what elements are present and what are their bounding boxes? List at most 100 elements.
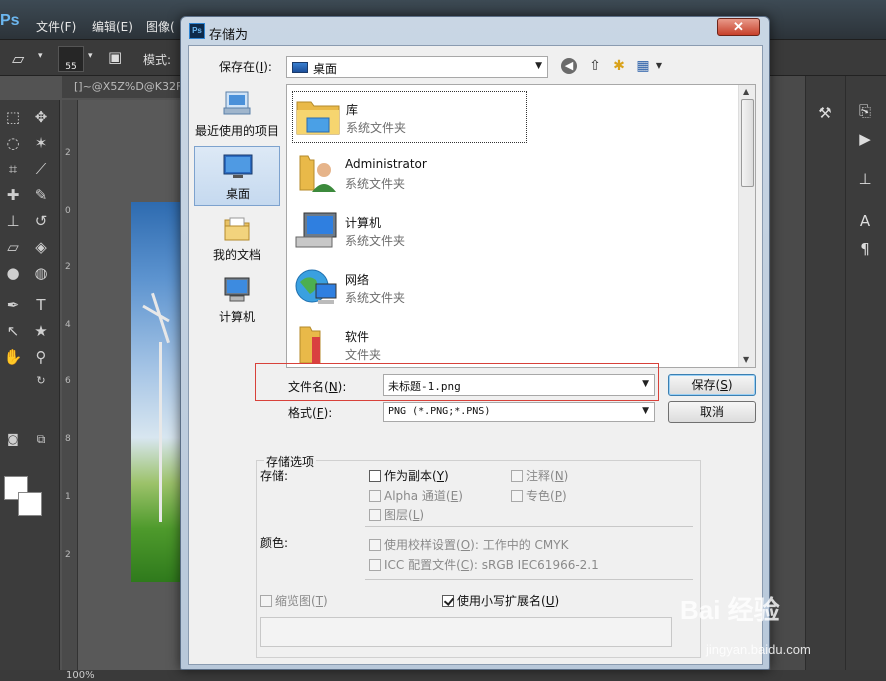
checkbox-box[interactable]	[369, 559, 381, 571]
thumbnail-checkbox[interactable]: 缩览图(T)	[260, 592, 328, 609]
history-brush-icon[interactable]: ↺	[30, 210, 52, 232]
file-type: 系统文件夹	[345, 291, 406, 305]
file-type: 系统文件夹	[345, 234, 406, 248]
healing-brush-icon[interactable]: ✚	[2, 184, 24, 206]
wind-turbine-photo	[131, 202, 183, 582]
scroll-up-icon[interactable]: ▲	[743, 87, 749, 96]
list-item[interactable]: 库 系统文件夹	[292, 91, 527, 143]
brush-size-preview[interactable]: 55	[58, 46, 84, 72]
scrollbar-thumb[interactable]	[741, 99, 754, 187]
up-folder-icon[interactable]: ⇧	[585, 56, 605, 76]
pen-tool-icon[interactable]: ✒	[2, 294, 24, 316]
lasso-tool-icon[interactable]: ◌	[2, 132, 24, 154]
filename-input[interactable]: 未标题-1.png ▼	[383, 374, 655, 396]
document-tab[interactable]: []~@X5Z%D@K32F	[62, 76, 182, 98]
tool-presets-icon[interactable]: ⚒	[812, 100, 838, 126]
network-icon	[295, 269, 337, 304]
layers-checkbox[interactable]: 图层(L)	[369, 506, 424, 523]
chevron-down-icon[interactable]: ▼	[642, 379, 649, 389]
photoshop-logo: Ps	[0, 12, 20, 29]
list-item[interactable]: 网络 系统文件夹	[292, 262, 527, 314]
file-name: 计算机	[345, 216, 382, 230]
eraser-tool-icon[interactable]: ▱	[12, 49, 24, 68]
list-item[interactable]: 软件 文件夹	[292, 319, 527, 367]
history-panel-icon[interactable]: ⎘	[852, 98, 878, 124]
brush-panel-icon[interactable]: ▣	[108, 48, 122, 66]
list-item[interactable]: Administrator 系统文件夹	[292, 148, 527, 200]
dialog-title: 存储为	[209, 28, 249, 43]
checkbox-box[interactable]	[260, 595, 272, 607]
file-name: 软件	[345, 330, 370, 344]
place-my-documents[interactable]: 我的文档	[194, 208, 280, 268]
divider	[365, 526, 693, 527]
magic-wand-icon[interactable]: ✶	[30, 132, 52, 154]
use-proof-setup-checkbox[interactable]: 使用校样设置(O): 工作中的 CMYK	[369, 536, 568, 553]
annotations-checkbox[interactable]: 注释(N)	[511, 467, 568, 484]
icc-profile-checkbox[interactable]: ICC 配置文件(C): sRGB IEC61966-2.1	[369, 556, 599, 573]
type-tool-icon[interactable]: T	[30, 294, 52, 316]
turbine-tower	[159, 342, 162, 522]
toolbox: ⬚ ✥ ◌ ✶ ⌗ ⟋ ✚ ✎ ⊥ ↺ ▱ ◈ ● ◍ ✒ T ↖ ★ ✋ ⚲ …	[0, 100, 60, 681]
hand-tool-icon[interactable]: ✋	[2, 346, 24, 368]
brush-dropdown-icon[interactable]: ▾	[88, 51, 93, 61]
menu-file[interactable]: 文件(F)	[36, 18, 76, 35]
chevron-down-icon[interactable]: ▾	[38, 51, 43, 61]
checkbox-box[interactable]	[511, 490, 523, 502]
clone-source-icon[interactable]: ⊥	[852, 166, 878, 192]
paint-bucket-icon[interactable]: ◈	[30, 236, 52, 258]
menu-edit[interactable]: 编辑(E)	[92, 18, 133, 35]
format-select[interactable]: PNG (*.PNG;*.PNS) ▼	[383, 402, 655, 422]
place-desktop[interactable]: 桌面	[194, 146, 280, 206]
view-menu-chevron-icon[interactable]: ▼	[649, 56, 669, 76]
checkbox-box[interactable]	[369, 509, 381, 521]
swap-colors-icon[interactable]: ↻	[30, 370, 52, 392]
checkbox-box[interactable]	[442, 595, 454, 607]
marquee-tool-icon[interactable]: ⬚	[2, 106, 24, 128]
file-list-scrollbar[interactable]: ▲ ▼	[738, 85, 755, 367]
brush-tool-icon[interactable]: ✎	[30, 184, 52, 206]
checkbox-box[interactable]	[369, 470, 381, 482]
place-computer[interactable]: 计算机	[194, 270, 280, 330]
close-button[interactable]: ✕	[717, 18, 760, 36]
path-select-icon[interactable]: ↖	[2, 320, 24, 342]
scroll-down-icon[interactable]: ▼	[743, 355, 749, 364]
place-recent-items[interactable]: 最近使用的项目	[194, 84, 280, 144]
library-folder-icon	[296, 101, 340, 135]
lowercase-extension-checkbox[interactable]: 使用小写扩展名(U)	[442, 592, 559, 609]
cancel-button[interactable]: 取消	[668, 401, 756, 423]
eraser-icon[interactable]: ▱	[2, 236, 24, 258]
eyedropper-icon[interactable]: ⟋	[30, 158, 52, 180]
quick-mask-icon[interactable]: ◙	[2, 428, 24, 450]
file-list[interactable]: 库 系统文件夹 Administrator 系统文件夹 计算机 系统文件夹 网络…	[286, 84, 756, 368]
chevron-down-icon[interactable]: ▼	[642, 406, 649, 416]
move-tool-icon[interactable]: ✥	[30, 106, 52, 128]
background-color-swatch[interactable]	[18, 492, 42, 516]
zoom-tool-icon[interactable]: ⚲	[30, 346, 52, 368]
stamp-tool-icon[interactable]: ⊥	[2, 210, 24, 232]
checkbox-box[interactable]	[511, 470, 523, 482]
blur-tool-icon[interactable]: ●	[2, 262, 24, 284]
menu-image[interactable]: 图像(	[146, 18, 175, 35]
as-copy-checkbox[interactable]: 作为副本(Y)	[369, 467, 449, 484]
checkbox-box[interactable]	[369, 490, 381, 502]
new-folder-icon[interactable]: ✱	[609, 56, 629, 76]
list-item[interactable]: 计算机 系统文件夹	[292, 205, 527, 257]
spot-colors-checkbox[interactable]: 专色(P)	[511, 487, 567, 504]
back-icon[interactable]: ◀	[561, 58, 577, 74]
checkbox-box[interactable]	[369, 539, 381, 551]
character-panel-icon[interactable]: A	[852, 208, 878, 234]
location-combobox[interactable]: 桌面 ▼	[286, 56, 548, 78]
place-label: 最近使用的项目	[194, 124, 279, 138]
actions-play-icon[interactable]: ▶	[852, 126, 878, 152]
screen-mode-icon[interactable]: ⧉	[30, 428, 52, 450]
filename-label: 文件名(N):	[288, 380, 347, 394]
paragraph-panel-icon[interactable]: ¶	[852, 236, 878, 262]
recent-items-icon	[223, 91, 251, 115]
crop-tool-icon[interactable]: ⌗	[2, 158, 24, 180]
file-name: 库	[346, 103, 359, 117]
alpha-channels-checkbox[interactable]: Alpha 通道(E)	[369, 487, 463, 504]
save-button[interactable]: 保存(S)	[668, 374, 756, 396]
shape-tool-icon[interactable]: ★	[30, 320, 52, 342]
dialog-titlebar[interactable]: Ps 存储为 ✕	[181, 17, 769, 45]
sponge-tool-icon[interactable]: ◍	[30, 262, 52, 284]
